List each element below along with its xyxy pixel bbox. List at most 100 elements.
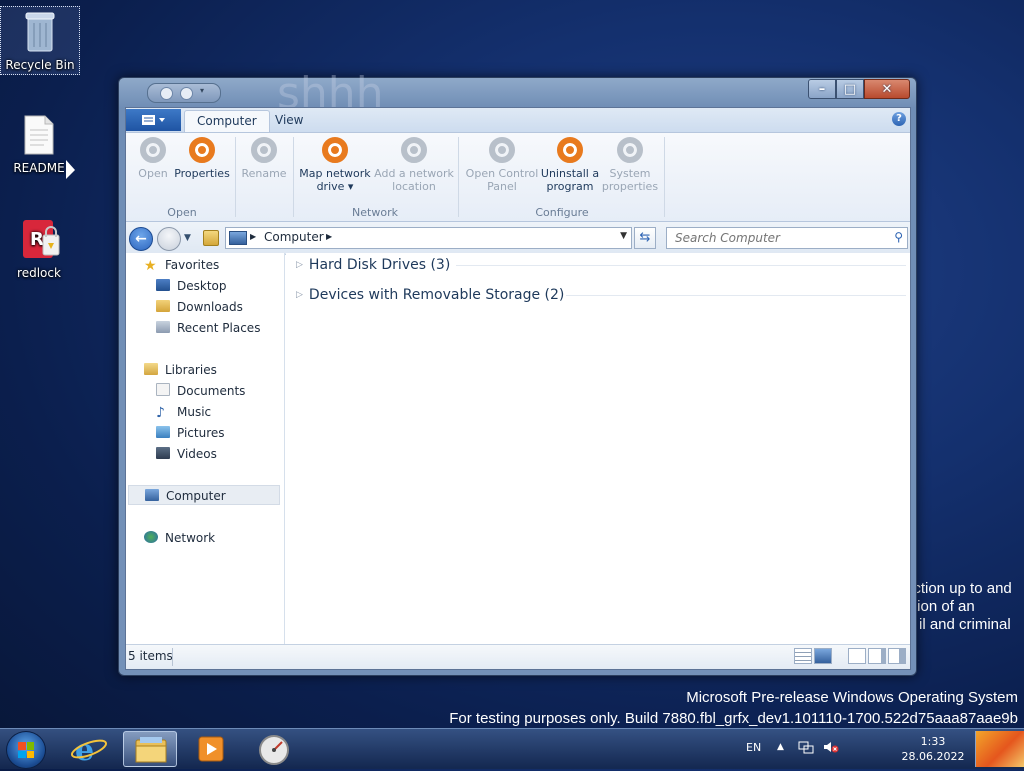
nav-label: Documents <box>177 384 246 398</box>
group-divider <box>456 265 906 266</box>
volume-muted-tray-icon[interactable] <box>823 740 839 757</box>
rename-icon <box>251 137 277 163</box>
nav-music[interactable]: ♪ Music <box>156 402 211 422</box>
nav-desktop[interactable]: Desktop <box>156 276 227 296</box>
breadcrumb-computer[interactable]: Computer <box>264 230 324 244</box>
details-pane-layout-icon[interactable] <box>888 648 906 664</box>
tab-view[interactable]: View <box>263 110 315 131</box>
refresh-button[interactable]: ⇆ <box>634 227 656 249</box>
svg-text:e: e <box>75 733 94 767</box>
refresh-icon: ⇆ <box>639 230 651 245</box>
nav-label: Libraries <box>165 363 217 377</box>
speaker-muted-icon <box>824 742 839 753</box>
ribbon: Open Properties Open Rename Map network … <box>126 133 910 222</box>
mouse-cursor <box>66 160 75 179</box>
windows-explorer-icon <box>135 737 167 763</box>
search-input[interactable] <box>673 228 877 248</box>
nav-downloads[interactable]: Downloads <box>156 297 243 317</box>
recent-locations-dropdown-icon[interactable]: ▼ <box>184 233 191 243</box>
close-button[interactable]: ✕ <box>864 79 910 99</box>
qat-button-icon[interactable] <box>180 87 193 100</box>
expand-arrow-icon[interactable]: ▷ <box>296 290 303 300</box>
group-removable-storage[interactable]: ▷ Devices with Removable Storage (2) <box>296 285 906 305</box>
desktop-icon-recycle-bin[interactable]: Recycle Bin <box>0 6 80 75</box>
star-icon: ★ <box>144 258 157 274</box>
system-properties-icon <box>617 137 643 163</box>
language-indicator[interactable]: EN <box>746 741 761 754</box>
properties-button[interactable]: Properties <box>174 137 230 180</box>
computer-icon <box>145 489 159 501</box>
search-icon[interactable]: ⚲ <box>894 230 903 244</box>
open-control-panel-label-line2: Panel <box>487 180 517 193</box>
explorer-window[interactable]: shhh ▾ – □ ✕ Computer View ? Open Proper… <box>118 68 917 676</box>
maximize-button[interactable]: □ <box>836 79 864 99</box>
show-hidden-icons-button[interactable]: ▲ <box>777 742 784 752</box>
documents-icon <box>156 383 170 396</box>
expand-arrow-icon[interactable]: ▷ <box>296 260 303 270</box>
address-dropdown-icon[interactable]: ▼ <box>620 231 627 241</box>
preview-pane-layout-icon[interactable] <box>868 648 886 664</box>
taskbar-internet-explorer[interactable]: e <box>62 731 116 768</box>
properties-icon <box>189 137 215 163</box>
add-network-location-button[interactable]: Add a network location <box>374 137 454 193</box>
help-icon[interactable]: ? <box>892 112 906 126</box>
downloads-folder-icon <box>156 300 170 312</box>
tab-computer[interactable]: Computer <box>184 110 270 132</box>
details-view-icon[interactable] <box>794 648 812 664</box>
quick-access-toolbar[interactable]: ▾ <box>147 83 221 103</box>
music-note-icon: ♪ <box>156 405 165 421</box>
up-folder-icon[interactable] <box>203 230 219 246</box>
minimize-button[interactable]: – <box>808 79 836 99</box>
uninstall-program-button[interactable]: Uninstall a program <box>538 137 602 193</box>
forward-button[interactable] <box>157 227 181 251</box>
nav-network[interactable]: Network <box>144 528 215 548</box>
taskbar-speedometer-app[interactable] <box>247 731 301 767</box>
search-box[interactable]: ⚲ <box>666 227 908 249</box>
single-pane-layout-icon[interactable] <box>848 648 866 664</box>
rename-button[interactable]: Rename <box>238 137 290 180</box>
map-network-drive-button[interactable]: Map network drive ▾ <box>296 137 374 193</box>
breadcrumb-chevron-icon[interactable]: ▶ <box>326 232 332 241</box>
clock-date: 28.06.2022 <box>901 750 965 763</box>
clock[interactable]: 1:33 28.06.2022 <box>895 734 971 764</box>
nav-label: Pictures <box>177 426 225 440</box>
file-menu-button[interactable] <box>126 109 181 131</box>
nav-videos[interactable]: Videos <box>156 444 217 464</box>
breadcrumb-separator-icon[interactable]: ▶ <box>250 232 256 241</box>
open-button[interactable]: Open <box>134 137 172 180</box>
ribbon-separator <box>235 137 236 217</box>
network-tray-icon[interactable] <box>798 740 814 757</box>
start-button[interactable] <box>6 731 46 769</box>
desktop-icon-redlock[interactable]: R redlock <box>0 217 78 280</box>
watermark-line1: Microsoft Pre-release Windows Operating … <box>686 689 1018 706</box>
nav-favorites[interactable]: ★ Favorites <box>144 255 219 275</box>
show-desktop-button[interactable] <box>975 731 1024 767</box>
large-icons-view-icon[interactable] <box>814 648 832 664</box>
qat-button-icon[interactable] <box>160 87 173 100</box>
map-network-drive-icon <box>322 137 348 163</box>
taskbar-media-player[interactable] <box>184 731 238 767</box>
nav-label: Desktop <box>177 279 227 293</box>
address-bar[interactable]: ▶ Computer ▶ ▼ <box>225 227 632 249</box>
caption-buttons: – □ ✕ <box>808 79 910 99</box>
back-button[interactable]: ← <box>129 227 153 251</box>
network-status-icon <box>798 741 814 754</box>
internet-explorer-icon: e <box>70 733 108 768</box>
open-icon <box>140 137 166 163</box>
clock-time: 1:33 <box>920 735 946 748</box>
system-properties-button[interactable]: System properties <box>599 137 661 193</box>
group-hard-disk-drives[interactable]: ▷ Hard Disk Drives (3) <box>296 255 906 275</box>
nav-libraries[interactable]: Libraries <box>144 360 217 380</box>
nav-pictures[interactable]: Pictures <box>156 423 225 443</box>
nav-computer[interactable]: Computer <box>128 485 280 505</box>
background-text-line: tion of an <box>913 598 975 615</box>
nav-label: Downloads <box>177 300 243 314</box>
taskbar-windows-explorer[interactable] <box>123 731 177 767</box>
ribbon-separator <box>293 137 294 217</box>
network-icon <box>144 531 158 543</box>
qat-dropdown-icon[interactable]: ▾ <box>200 86 211 97</box>
nav-recent-places[interactable]: Recent Places <box>156 318 260 338</box>
nav-documents[interactable]: Documents <box>156 381 245 401</box>
open-control-panel-button[interactable]: Open Control Panel <box>462 137 542 193</box>
desktop-icon <box>156 279 170 291</box>
